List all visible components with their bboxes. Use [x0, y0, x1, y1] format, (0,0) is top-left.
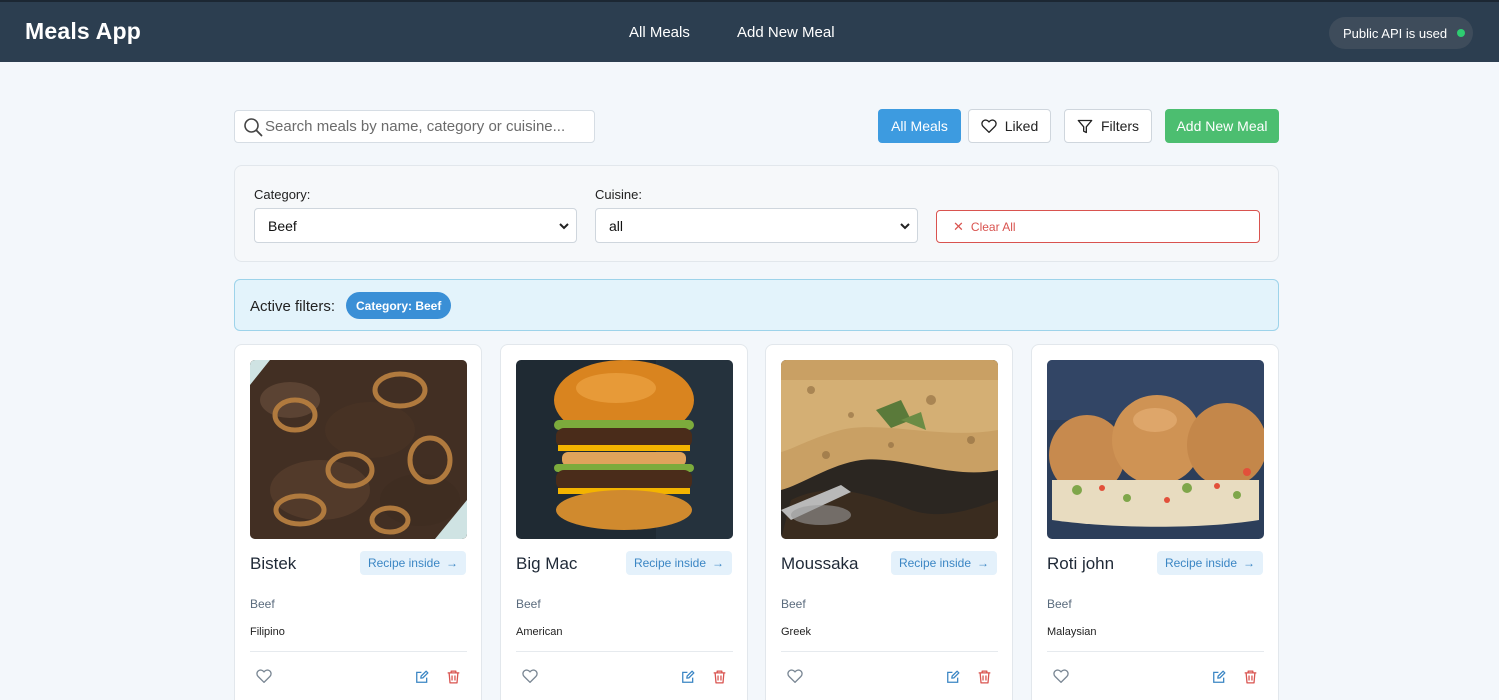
heart-icon[interactable]: [1053, 669, 1069, 683]
all-meals-button-label: All Meals: [891, 118, 948, 134]
cuisine-select[interactable]: all: [595, 208, 918, 243]
meal-category: Beef: [1047, 597, 1072, 611]
nav-link-all-meals[interactable]: All Meals: [629, 24, 690, 41]
edit-icon[interactable]: [415, 670, 429, 684]
recipe-inside-button[interactable]: Recipe inside →: [890, 551, 997, 575]
meal-card: Moussaka Recipe inside → Beef Greek: [765, 344, 1013, 700]
meal-image[interactable]: [781, 360, 998, 539]
meal-image[interactable]: [1047, 360, 1264, 539]
card-divider: [1047, 651, 1264, 652]
heart-icon[interactable]: [256, 669, 272, 683]
nav-link-add-new-meal[interactable]: Add New Meal: [737, 24, 835, 41]
search-box[interactable]: [234, 110, 595, 143]
all-meals-button[interactable]: All Meals: [878, 109, 961, 143]
arrow-right-icon: →: [712, 556, 724, 570]
heart-icon: [981, 119, 997, 133]
recipe-inside-label: Recipe inside: [1164, 556, 1237, 570]
filters-button-label: Filters: [1100, 118, 1140, 134]
meal-image[interactable]: [250, 360, 467, 539]
recipe-inside-label: Recipe inside: [898, 556, 971, 570]
roti-john-photo: [1047, 360, 1264, 539]
meal-card: Roti john Recipe inside → Beef Malaysian: [1031, 344, 1279, 700]
edit-icon[interactable]: [1212, 670, 1226, 684]
recipe-inside-button[interactable]: Recipe inside →: [359, 551, 466, 575]
card-divider: [250, 651, 467, 652]
liked-button-label: Liked: [1004, 118, 1039, 134]
trash-icon[interactable]: [447, 670, 460, 684]
meal-cuisine: Malaysian: [1047, 626, 1097, 638]
category-label: Category:: [254, 187, 311, 202]
meal-card: Big Mac Recipe inside → Beef American: [500, 344, 748, 700]
api-status-badge: Public API is used: [1329, 17, 1473, 49]
status-dot-icon: [1457, 29, 1466, 37]
moussaka-photo: [781, 360, 998, 539]
brand-title[interactable]: Meals App: [25, 18, 141, 45]
edit-icon[interactable]: [681, 670, 695, 684]
filter-chip-category[interactable]: Category: Beef: [346, 292, 452, 319]
bistek-photo: [250, 360, 467, 539]
arrow-right-icon: →: [446, 556, 458, 570]
arrow-right-icon: →: [1243, 556, 1255, 570]
big-mac-photo: [516, 360, 733, 539]
filter-panel: Category: Beef Cuisine: all ✕ Clear All: [234, 165, 1279, 262]
meal-cuisine: Filipino: [250, 626, 285, 638]
recipe-inside-label: Recipe inside: [633, 556, 706, 570]
chevron-down-icon: [900, 223, 910, 230]
search-input[interactable]: [265, 118, 585, 135]
meal-name: Moussaka: [781, 554, 859, 573]
active-filters-label: Active filters:: [250, 298, 336, 315]
navbar: Meals App All Meals Add New Meal Public …: [0, 0, 1499, 62]
clear-all-button[interactable]: ✕ Clear All: [936, 210, 1260, 243]
cuisine-label: Cuisine:: [595, 187, 642, 202]
meal-category: Beef: [781, 597, 806, 611]
edit-icon[interactable]: [946, 670, 960, 684]
trash-icon[interactable]: [713, 670, 726, 684]
filter-funnel-icon: [1077, 119, 1093, 133]
api-status-text: Public API is used: [1343, 25, 1448, 41]
meal-category: Beef: [516, 597, 541, 611]
close-icon: ✕: [953, 218, 964, 234]
add-new-meal-button[interactable]: Add New Meal: [1165, 109, 1279, 143]
meal-category: Beef: [250, 597, 275, 611]
trash-icon[interactable]: [1244, 670, 1257, 684]
card-divider: [781, 651, 998, 652]
meal-card: Bistek Recipe inside → Beef Filipino: [234, 344, 482, 700]
trash-icon[interactable]: [978, 670, 991, 684]
liked-button[interactable]: Liked: [968, 109, 1051, 143]
search-icon: [244, 117, 263, 136]
chevron-down-icon: [559, 223, 569, 230]
active-filters-bar: Active filters: Category: Beef: [234, 279, 1279, 331]
meal-name: Roti john: [1047, 554, 1115, 573]
clear-all-button-label: Clear All: [970, 219, 1016, 234]
category-select-value: Beef: [268, 217, 297, 234]
recipe-inside-label: Recipe inside: [367, 556, 440, 570]
heart-icon[interactable]: [787, 669, 803, 683]
meal-cuisine: Greek: [781, 626, 811, 638]
meal-name: Bistek: [250, 554, 297, 573]
recipe-inside-button[interactable]: Recipe inside →: [625, 551, 732, 575]
card-divider: [516, 651, 733, 652]
filters-button[interactable]: Filters: [1064, 109, 1152, 143]
category-select[interactable]: Beef: [254, 208, 577, 243]
meal-cuisine: American: [516, 626, 563, 638]
heart-icon[interactable]: [522, 669, 538, 683]
recipe-inside-button[interactable]: Recipe inside →: [1156, 551, 1263, 575]
add-new-meal-button-label: Add New Meal: [1176, 118, 1268, 134]
arrow-right-icon: →: [977, 556, 989, 570]
meal-name: Big Mac: [516, 554, 578, 573]
cuisine-select-value: all: [609, 217, 624, 234]
meal-image[interactable]: [516, 360, 733, 539]
